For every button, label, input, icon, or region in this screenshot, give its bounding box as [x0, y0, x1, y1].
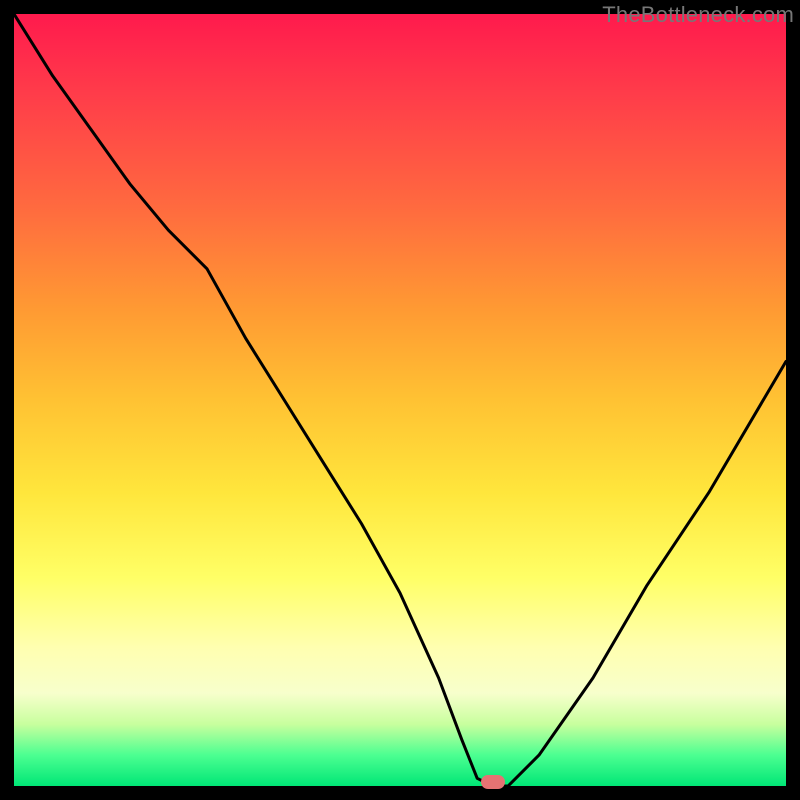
chart-frame: TheBottleneck.com	[0, 0, 800, 800]
bottleneck-curve	[14, 14, 786, 786]
plot-background-gradient	[14, 14, 786, 786]
watermark-text: TheBottleneck.com	[602, 2, 794, 28]
optimal-marker	[481, 775, 505, 789]
